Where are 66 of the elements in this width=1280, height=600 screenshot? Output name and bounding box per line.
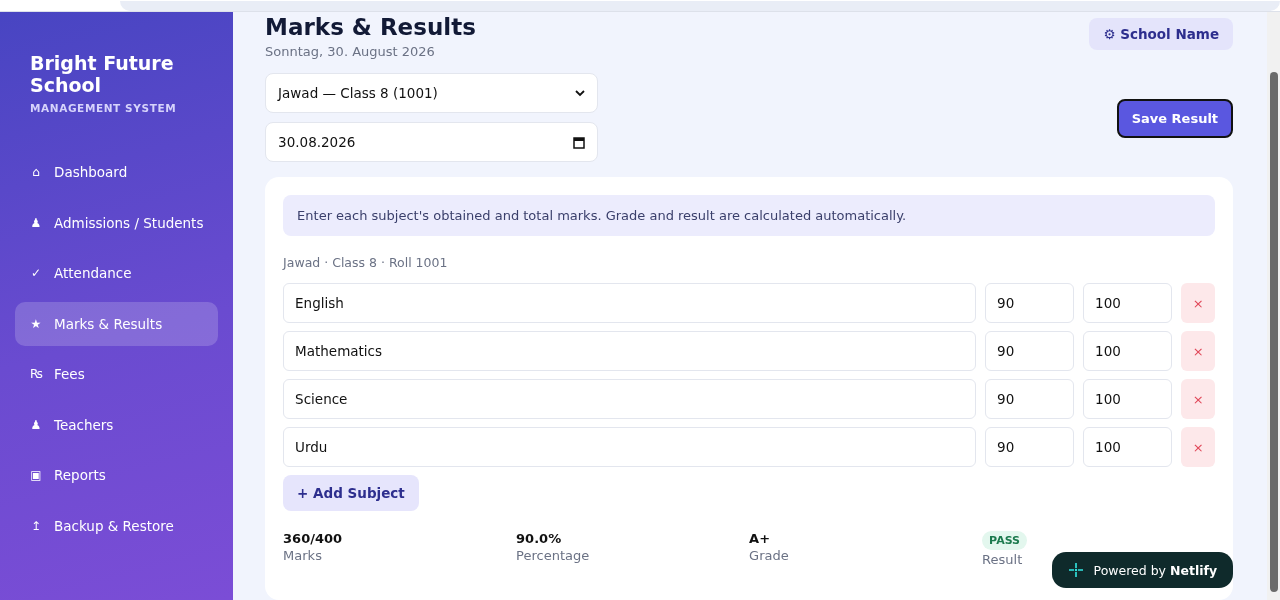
page-date: Sonntag, 30. August 2026: [265, 44, 436, 59]
obtained-field[interactable]: 90: [985, 283, 1075, 323]
info-note: Enter each subject's obtained and total marks. Grade and result are calculated automatically.: [283, 195, 1216, 236]
nav-label: Fees: [54, 366, 85, 382]
student-select[interactable]: Jawad — Class 8 (1001): [265, 73, 599, 113]
subject-field[interactable]: Mathematics: [283, 331, 977, 371]
nav-icon: ✓: [30, 266, 42, 280]
calendar-icon: [573, 135, 586, 149]
total-field[interactable]: 100: [1083, 331, 1173, 371]
total-field[interactable]: 100: [1083, 427, 1173, 467]
sparkle-icon: [1067, 562, 1084, 578]
nav-item[interactable]: ✓ Attendance: [15, 251, 219, 295]
student-meta: Jawad · Class 8 · Roll 1001: [283, 255, 449, 270]
nav-icon: ₨: [30, 367, 42, 381]
summary-label: Percentage: [516, 548, 590, 563]
nav-item[interactable]: ⌂ Dashboard: [15, 150, 219, 194]
summary-label: Marks: [283, 548, 322, 563]
remove-button[interactable]: ×: [1181, 331, 1216, 371]
nav-label: Dashboard: [54, 164, 128, 180]
result-badge: PASS: [982, 531, 1027, 550]
date-field[interactable]: 30.08.2026: [265, 122, 599, 162]
nav-icon: ▣: [30, 468, 42, 482]
remove-button[interactable]: ×: [1181, 283, 1216, 323]
nav-label: Attendance: [54, 265, 132, 281]
obtained-field[interactable]: 90: [985, 379, 1075, 419]
nav-icon: ♟: [30, 215, 42, 230]
nav-label: Reports: [54, 467, 106, 483]
nav-item[interactable]: ₨ Fees: [15, 352, 219, 396]
nav-label: Teachers: [54, 416, 114, 433]
remove-button[interactable]: ×: [1181, 427, 1216, 467]
summary-value: 360/400: [283, 531, 343, 546]
nav-icon: ⌂: [30, 165, 42, 179]
chevron-down-icon: [575, 89, 586, 97]
nav-label: Admissions / Students: [54, 214, 204, 231]
scroll-thumb[interactable]: [1269, 72, 1278, 592]
nav-label: Marks & Results: [54, 315, 163, 332]
obtained-field[interactable]: 90: [985, 331, 1075, 371]
summary-label: Result: [982, 552, 1023, 567]
total-field[interactable]: 100: [1083, 379, 1173, 419]
obtained-field[interactable]: 90: [985, 427, 1075, 467]
nav-item[interactable]: ★ Marks & Results: [15, 301, 219, 346]
nav-item[interactable]: ▣ Reports: [15, 453, 219, 497]
nav-item[interactable]: ↥ Backup & Restore: [15, 503, 219, 548]
subject-field[interactable]: Science: [283, 379, 977, 419]
nav-item[interactable]: ♟ Teachers: [15, 402, 219, 447]
school-name-button[interactable]: ⚙ School Name: [1089, 18, 1234, 50]
add-subject-button[interactable]: + Add Subject: [283, 475, 419, 511]
save-result-button[interactable]: Save Result: [1116, 99, 1234, 138]
badge-text: Powered by Netlify: [1093, 562, 1218, 578]
nav-icon: ↥: [30, 518, 42, 533]
remove-button[interactable]: ×: [1181, 379, 1216, 419]
summary-value: A+: [749, 531, 771, 546]
scrollbar[interactable]: [1267, 12, 1280, 600]
netlify-badge[interactable]: Powered by Netlify: [1051, 552, 1234, 588]
total-field[interactable]: 100: [1083, 283, 1173, 323]
nav-icon: ★: [30, 316, 42, 331]
summary-value: 90.0%: [516, 531, 562, 546]
nav-icon: ♟: [30, 417, 42, 432]
summary-label: Grade: [749, 548, 789, 563]
school-title: Bright Future School: [29, 52, 175, 96]
subject-field[interactable]: Urdu: [283, 427, 977, 467]
nav-label: Backup & Restore: [54, 517, 174, 534]
school-subtitle: MANAGEMENT SYSTEM: [29, 102, 178, 114]
page-title: Marks & Results: [265, 14, 476, 40]
nav-item[interactable]: ♟ Admissions / Students: [15, 200, 219, 245]
subject-field[interactable]: English: [283, 283, 977, 323]
